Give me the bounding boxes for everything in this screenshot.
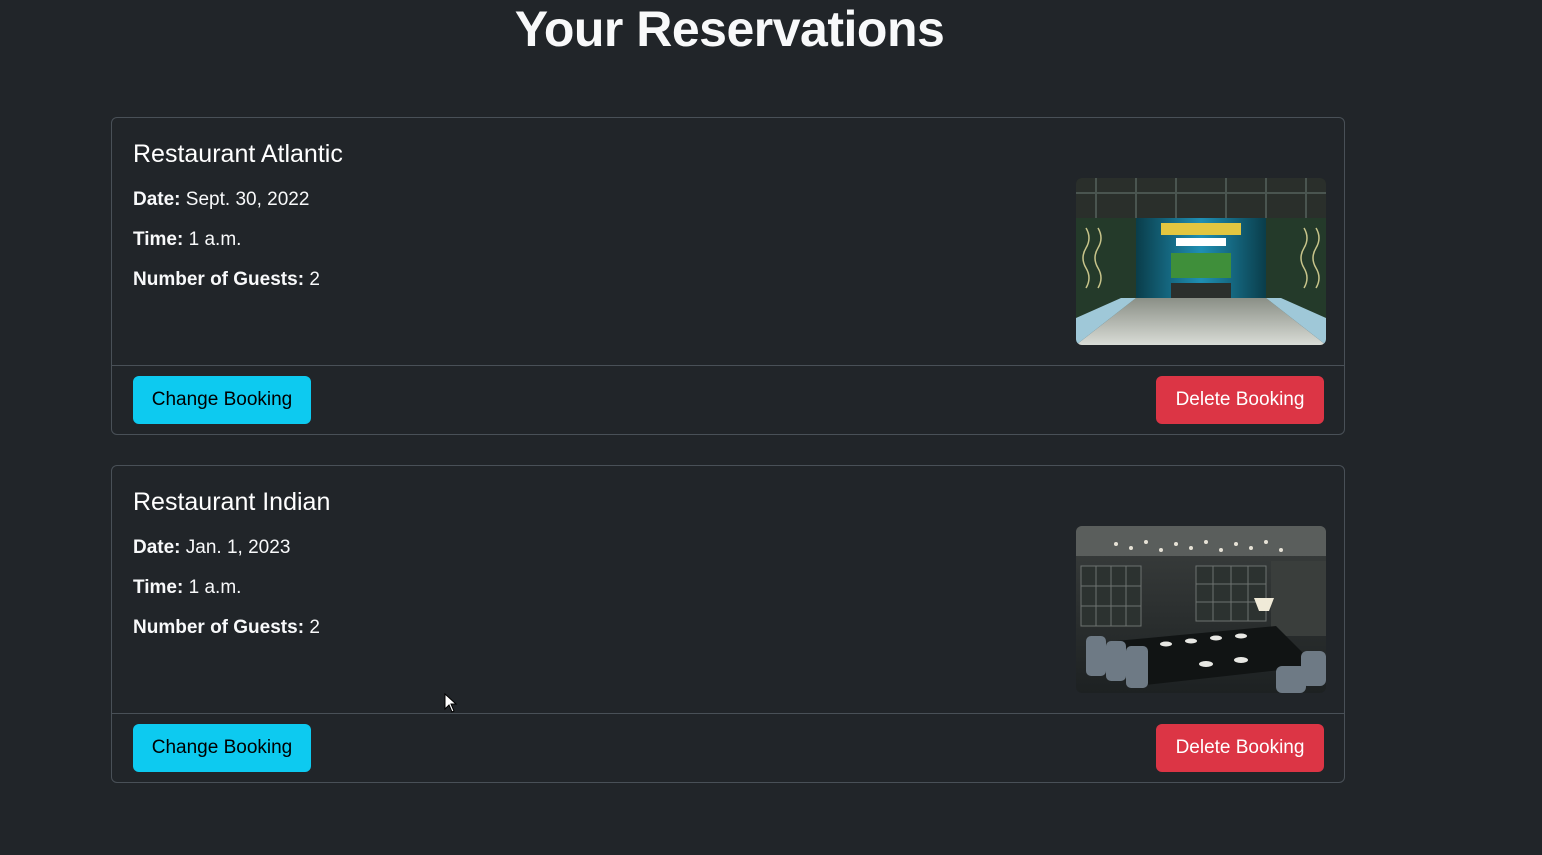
change-booking-button[interactable]: Change Booking xyxy=(133,376,311,424)
card-footer: Change Booking Delete Booking xyxy=(112,365,1344,434)
delete-booking-button[interactable]: Delete Booking xyxy=(1156,376,1324,424)
time-value: 1 a.m. xyxy=(188,229,242,250)
guests-label: Number of Guests: xyxy=(133,617,305,638)
guests-label: Number of Guests: xyxy=(133,269,305,290)
time-label: Time: xyxy=(133,577,184,598)
restaurant-image xyxy=(1076,526,1326,693)
reservation-date: Date: Jan. 1, 2023 xyxy=(133,536,290,560)
date-label: Date: xyxy=(133,189,181,210)
mouse-cursor-icon xyxy=(444,693,458,713)
change-booking-button[interactable]: Change Booking xyxy=(133,724,311,772)
date-value: Jan. 1, 2023 xyxy=(185,537,291,558)
page-title: Your Reservations xyxy=(514,1,945,57)
restaurant-interior-image xyxy=(1076,178,1326,345)
reservation-guests: Number of Guests: 2 xyxy=(133,268,320,292)
card-footer: Change Booking Delete Booking xyxy=(112,713,1344,782)
date-value: Sept. 30, 2022 xyxy=(185,189,310,210)
card-body: Restaurant Atlantic Date: Sept. 30, 2022… xyxy=(112,118,1344,366)
guests-value: 2 xyxy=(309,617,320,638)
date-label: Date: xyxy=(133,537,181,558)
restaurant-name: Restaurant Atlantic xyxy=(133,140,343,168)
guests-value: 2 xyxy=(309,269,320,290)
reservation-time: Time: 1 a.m. xyxy=(133,228,241,252)
reservation-card: Restaurant Atlantic Date: Sept. 30, 2022… xyxy=(111,117,1345,435)
reservation-card: Restaurant Indian Date: Jan. 1, 2023 Tim… xyxy=(111,465,1345,783)
restaurant-interior-image xyxy=(1076,526,1326,693)
reservation-date: Date: Sept. 30, 2022 xyxy=(133,188,309,212)
time-value: 1 a.m. xyxy=(188,577,242,598)
restaurant-name: Restaurant Indian xyxy=(133,488,331,516)
reservation-guests: Number of Guests: 2 xyxy=(133,616,320,640)
delete-booking-button[interactable]: Delete Booking xyxy=(1156,724,1324,772)
reservation-time: Time: 1 a.m. xyxy=(133,576,241,600)
restaurant-image xyxy=(1076,178,1326,345)
card-body: Restaurant Indian Date: Jan. 1, 2023 Tim… xyxy=(112,466,1344,714)
time-label: Time: xyxy=(133,229,184,250)
